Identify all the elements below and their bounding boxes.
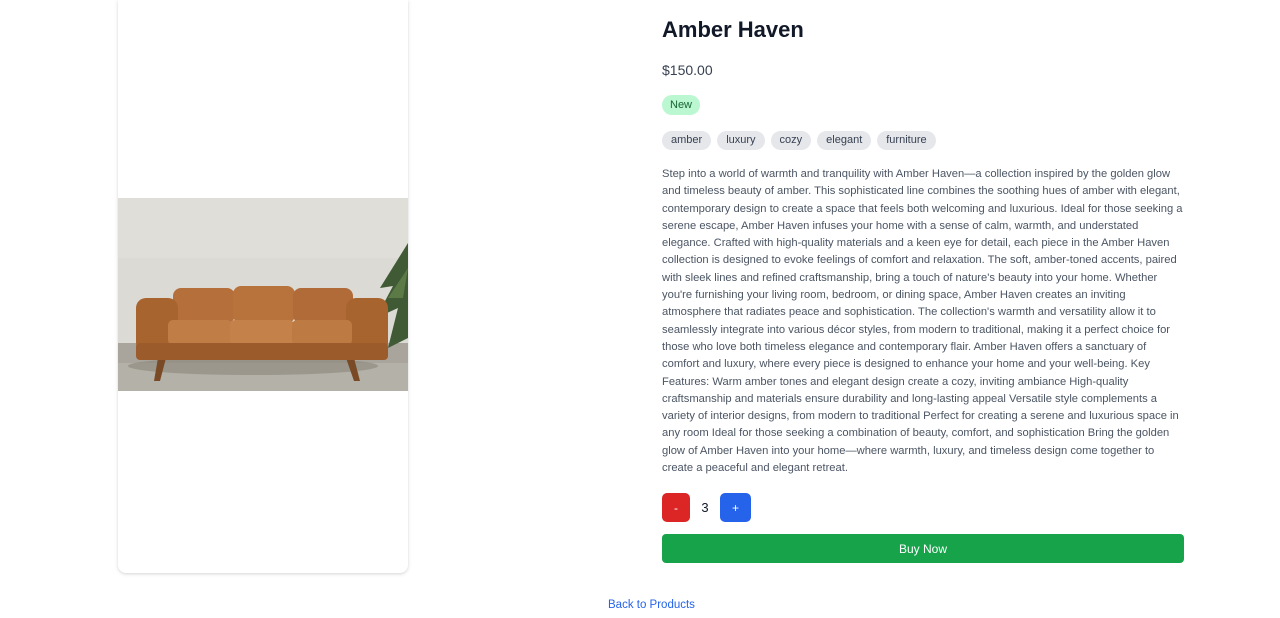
tag-chip: cozy xyxy=(770,131,812,150)
tag-list: amber luxury cozy elegant furniture xyxy=(662,131,1184,150)
product-description: Step into a world of warmth and tranquil… xyxy=(662,168,1183,475)
product-title: Amber Haven xyxy=(662,17,804,42)
product-price: $150.00 xyxy=(662,62,713,78)
quantity-stepper: - 3 + xyxy=(662,493,1184,523)
product-photo xyxy=(118,198,408,391)
product-image-card xyxy=(118,0,408,573)
product-details: Amber Haven $150.00 New amber luxury coz… xyxy=(662,14,1184,564)
back-to-products-link[interactable]: Back to Products xyxy=(608,597,695,613)
tag-chip: elegant xyxy=(817,131,872,150)
tag-chip: luxury xyxy=(717,131,765,150)
increase-quantity-button[interactable]: + xyxy=(720,493,751,523)
tag-chip: furniture xyxy=(877,131,936,150)
buy-now-button[interactable]: Buy Now xyxy=(662,534,1184,564)
quantity-value: 3 xyxy=(701,500,709,516)
tag-chip: amber xyxy=(662,131,712,150)
decrease-quantity-button[interactable]: - xyxy=(662,493,690,523)
product-detail-page: Amber Haven $150.00 New amber luxury coz… xyxy=(0,0,1280,618)
condition-badge: New xyxy=(662,95,701,115)
